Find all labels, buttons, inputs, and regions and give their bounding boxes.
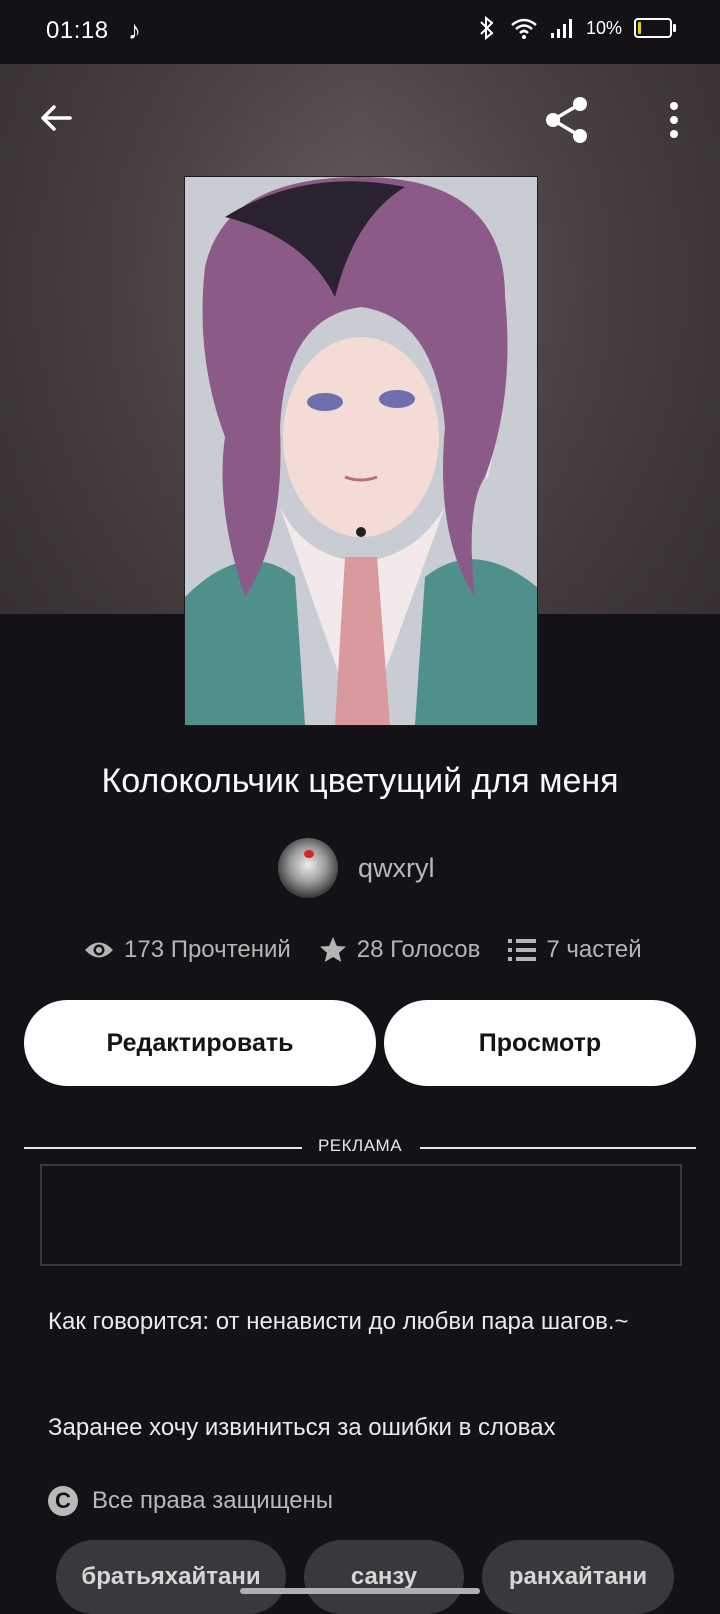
parts-stat[interactable]: 7 частей — [508, 936, 642, 964]
battery-percent: 10% — [585, 17, 622, 38]
status-time: 01:18 — [46, 17, 109, 44]
votes-count: 28 Голосов — [356, 936, 481, 963]
story-title: Колокольчик цветущий для меня — [101, 762, 619, 800]
tag-list: братьяхайтани санзу ранхайтани — [56, 1540, 674, 1614]
parts-count[interactable]: 7 частей — [546, 936, 641, 964]
tag-chip[interactable]: ранхайтани — [482, 1540, 674, 1614]
story-stats: 173 Прочтений 28 Голосов 7 частей — [84, 936, 670, 964]
tag-chip[interactable]: братьяхайтани — [56, 1540, 286, 1614]
share-icon — [546, 97, 587, 143]
status-bar: 01:18 ♪ 10% — [0, 0, 720, 64]
author-name[interactable]: qwxryl — [358, 853, 435, 884]
status-icons: 10% — [476, 16, 676, 40]
share-button[interactable] — [540, 92, 596, 148]
description-line-2: Заранее хочу извиниться за ошибки в слов… — [48, 1414, 556, 1441]
more-options-button[interactable] — [646, 92, 702, 148]
votes-stat: 28 Голосов — [319, 936, 481, 964]
battery-icon — [634, 18, 676, 38]
back-button[interactable] — [28, 90, 84, 146]
ad-header: РЕКЛАМА — [24, 1136, 696, 1160]
ad-slot[interactable] — [40, 1164, 682, 1266]
copyright-icon: C — [48, 1486, 78, 1516]
eye-icon — [85, 942, 113, 958]
tag-chip[interactable]: санзу — [304, 1540, 464, 1614]
more-vertical-icon — [670, 102, 678, 138]
list-icon — [508, 939, 537, 961]
copyright-text: Все права защищены — [92, 1487, 334, 1514]
home-indicator[interactable] — [240, 1588, 480, 1594]
signal-icon — [550, 19, 572, 38]
ad-label: РЕКЛАМА — [317, 1136, 403, 1155]
description-line-1: Как говорится: от ненависти до любви пар… — [48, 1308, 629, 1335]
cover-illustration — [185, 177, 537, 725]
author-link[interactable]: qwxryl — [278, 838, 435, 898]
battery-fill — [638, 22, 641, 34]
edit-button[interactable]: Редактировать — [24, 1000, 376, 1086]
star-icon — [319, 937, 346, 962]
ad-divider-right — [420, 1147, 696, 1149]
reads-count: 173 Прочтений — [124, 936, 291, 963]
story-cover-image[interactable] — [184, 176, 538, 726]
reads-stat: 173 Прочтений — [84, 936, 291, 964]
music-note-icon: ♪ — [128, 15, 141, 45]
wifi-icon — [511, 18, 537, 39]
preview-button[interactable]: Просмотр — [384, 1000, 696, 1086]
back-arrow-icon — [41, 105, 72, 131]
copyright-notice: C Все права защищены — [48, 1486, 333, 1516]
bluetooth-icon — [480, 16, 494, 40]
author-avatar[interactable] — [278, 838, 338, 898]
